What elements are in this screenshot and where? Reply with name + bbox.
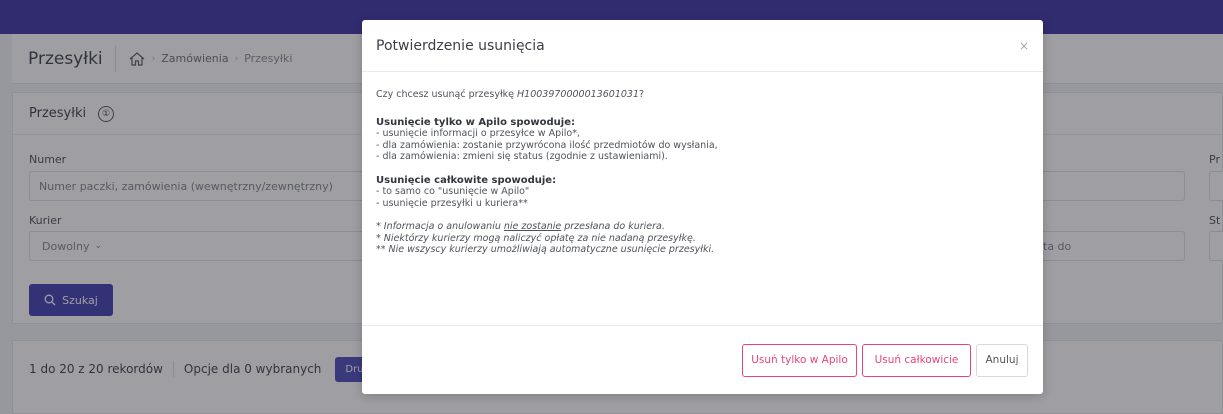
cancel-button[interactable]: Anuluj xyxy=(976,343,1028,377)
modal-title: Potwierdzenie usunięcia xyxy=(376,37,545,54)
section-full-title: Usunięcie całkowite spowoduje: xyxy=(376,174,557,186)
close-icon[interactable]: × xyxy=(1019,39,1029,53)
note-automatic: ** Nie wszyscy kurierzy umożliwiają auto… xyxy=(376,244,715,255)
section-apilo-item: - dla zamówienia: zostanie przywrócona i… xyxy=(376,139,718,151)
note-cancellation: * Informacja o anulowaniu nie zostanie p… xyxy=(376,221,1029,233)
modal-body: Czy chcesz usunąć przesyłkę H10039700000… xyxy=(362,72,1043,326)
tracking-number: H1003970000013601031 xyxy=(517,89,639,100)
note-fee: * Niektórzy kurierzy mogą naliczyć opłat… xyxy=(376,232,696,244)
section-full-item: - to samo co "usunięcie w Apilo" xyxy=(376,186,530,197)
question-prefix: Czy chcesz usunąć przesyłkę xyxy=(376,89,518,100)
section-apilo-item: - usunięcie informacji o przesyłce w Api… xyxy=(376,128,580,139)
section-apilo-item: - dla zamówienia: zmieni się status (zgo… xyxy=(376,151,668,162)
question-suffix: ? xyxy=(639,89,645,100)
modal-header: Potwierdzenie usunięcia × xyxy=(362,20,1043,72)
section-apilo-title: Usunięcie tylko w Apilo spowoduje: xyxy=(376,116,575,128)
note1-underline: nie zostanie xyxy=(503,221,562,232)
note1-prefix: * Informacja o anulowaniu xyxy=(376,221,504,232)
section-full-item: - usunięcie przesyłki u kuriera** xyxy=(376,197,528,209)
delete-confirmation-modal: Potwierdzenie usunięcia × Czy chcesz usu… xyxy=(362,20,1043,394)
delete-completely-button[interactable]: Usuń całkowicie xyxy=(862,343,971,377)
delete-question: Czy chcesz usunąć przesyłkę H10039700000… xyxy=(376,89,1029,101)
delete-apilo-only-button[interactable]: Usuń tylko w Apilo xyxy=(742,343,857,377)
note1-suffix: przesłana do kuriera. xyxy=(561,221,665,232)
modal-footer: Usuń tylko w Apilo Usuń całkowicie Anulu… xyxy=(362,326,1043,394)
